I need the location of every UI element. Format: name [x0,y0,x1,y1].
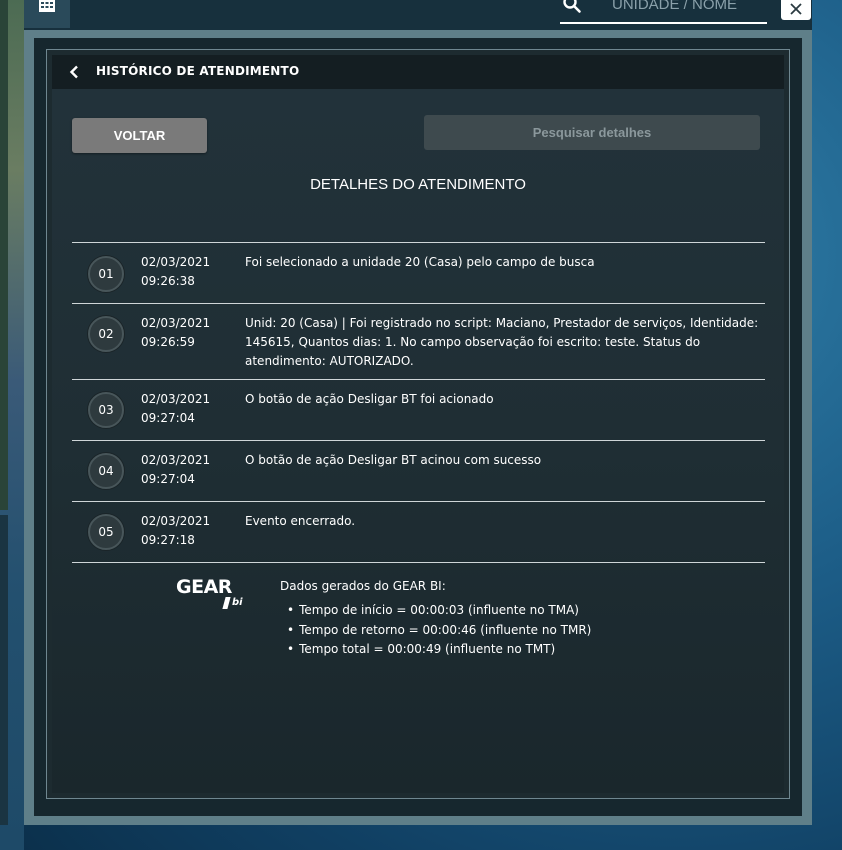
search-details-button[interactable]: Pesquisar detalhes [424,115,760,150]
event-description: O botão de ação Desligar BT acinou com s… [245,453,542,467]
event-timestamp: 02/03/2021 09:26:38 [141,253,231,291]
building-icon [39,0,55,12]
event-description: Unid: 20 (Casa) | Foi registrado no scri… [245,316,759,368]
search-bar [560,0,767,24]
event-timestamp: 02/03/2021 09:27:04 [141,451,231,489]
event-row: 01 02/03/2021 09:26:38 Foi selecionado a… [72,243,765,304]
event-time: 09:27:04 [141,472,195,486]
event-timestamp: 02/03/2021 09:26:59 [141,314,231,352]
event-timestamp: 02/03/2021 09:27:04 [141,390,231,428]
close-button[interactable] [781,0,811,20]
search-input[interactable] [612,0,762,14]
event-time: 09:26:59 [141,335,195,349]
stat-item: Tempo de retorno = 00:00:46 (influente n… [287,621,591,641]
search-icon[interactable] [562,0,582,14]
stat-item: Tempo total = 00:00:49 (influente no TMT… [287,640,591,660]
gear-bi-logo: GEAR [176,576,232,598]
close-icon [790,3,802,15]
event-time: 09:27:04 [141,411,195,425]
event-description: Foi selecionado a unidade 20 (Casa) pelo… [245,255,595,269]
page-title: HISTÓRICO DE ATENDIMENTO [96,64,300,78]
back-button[interactable]: VOLTAR [72,118,207,153]
event-number-badge: 02 [88,316,124,352]
stats-list: Tempo de início = 00:00:03 (influente no… [287,601,591,660]
event-date: 02/03/2021 [141,453,211,467]
background-left-panel-lower [0,515,8,825]
event-number-badge: 05 [88,514,124,550]
event-description: O botão de ação Desligar BT foi acionado [245,392,494,406]
section-title: DETALHES DO ATENDIMENTO [310,176,526,193]
event-date: 02/03/2021 [141,514,211,528]
event-date: 02/03/2021 [141,392,211,406]
stat-item: Tempo de início = 00:00:03 (influente no… [287,601,591,621]
event-row: 03 02/03/2021 09:27:04 O botão de ação D… [72,380,765,441]
event-number-badge: 01 [88,256,124,292]
event-time: 09:26:38 [141,274,195,288]
event-number-badge: 04 [88,453,124,489]
events-list: 01 02/03/2021 09:26:38 Foi selecionado a… [72,242,765,563]
event-time: 09:27:18 [141,533,195,547]
event-number-badge: 03 [88,392,124,428]
event-date: 02/03/2021 [141,255,211,269]
event-row: 02 02/03/2021 09:26:59 Unid: 20 (Casa) |… [72,304,765,380]
background-left-panel [0,0,8,510]
event-row: 04 02/03/2021 09:27:04 O botão de ação D… [72,441,765,502]
event-description: Evento encerrado. [245,514,356,528]
chevron-left-icon[interactable] [68,65,80,79]
stats-title: Dados gerados do GEAR BI: [280,579,446,593]
event-row: 05 02/03/2021 09:27:18 Evento encerrado. [72,502,765,563]
event-timestamp: 02/03/2021 09:27:18 [141,512,231,550]
gear-logo-sub: bi [232,597,243,608]
event-date: 02/03/2021 [141,316,211,330]
